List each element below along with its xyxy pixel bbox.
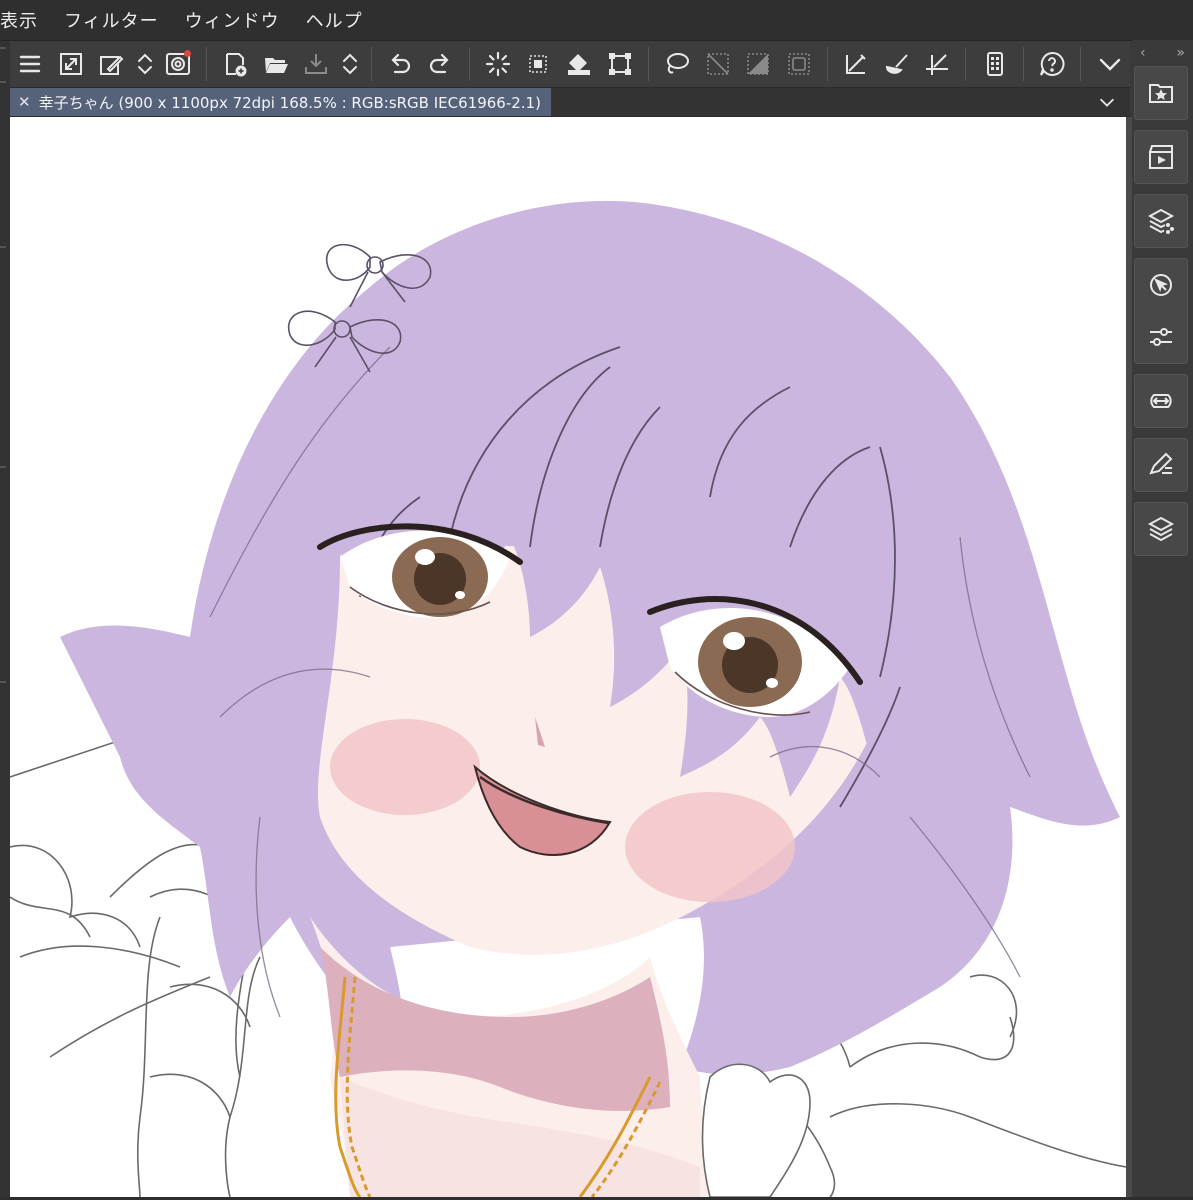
link-arrows-icon[interactable] — [1134, 374, 1188, 428]
illustration — [10, 200, 1126, 1197]
layer-property-icon[interactable] — [1134, 194, 1188, 248]
expand-panel-icon[interactable]: » — [1176, 45, 1185, 61]
left-panel-edge — [0, 41, 10, 1200]
undo-icon[interactable] — [383, 46, 418, 82]
close-tab-icon[interactable]: ✕ — [18, 93, 31, 111]
blush-left — [330, 719, 480, 815]
menu-filter[interactable]: フィルター — [64, 7, 159, 33]
eyedropper-icon[interactable] — [94, 46, 129, 82]
toolbar-divider — [1080, 47, 1082, 81]
collapse-panel-icon[interactable]: ‹ — [1140, 45, 1146, 61]
open-folder-icon[interactable] — [259, 46, 294, 82]
menu-help[interactable]: ヘルプ — [306, 7, 363, 33]
menu-view[interactable]: 表示 — [0, 7, 38, 33]
document-tab[interactable]: ✕ 幸子ちゃん (900 x 1100px 72dpi 168.5% : RGB… — [10, 88, 551, 116]
toolbar-divider — [1022, 47, 1024, 81]
blush-right — [625, 792, 795, 902]
right-panel: ‹ » — [1132, 40, 1193, 1200]
toolbar-divider — [826, 47, 828, 81]
selection-border-icon[interactable] — [781, 46, 816, 82]
drawing-canvas[interactable] — [10, 117, 1126, 1197]
tab-list-chevron-icon[interactable] — [1096, 91, 1118, 113]
lasso-icon[interactable] — [660, 46, 695, 82]
brush-icon[interactable] — [879, 46, 914, 82]
command-bar — [10, 41, 1130, 88]
star-material-icon[interactable] — [1134, 66, 1188, 120]
menu-window[interactable]: ウィンドウ — [185, 7, 280, 33]
new-canvas-icon[interactable] — [218, 46, 253, 82]
navigator-icon[interactable] — [1135, 259, 1187, 311]
document-tab-bar: ✕ 幸子ちゃん (900 x 1100px 72dpi 168.5% : RGB… — [10, 88, 1130, 117]
pen-ruler-icon[interactable] — [920, 46, 955, 82]
toolbar-divider — [468, 47, 470, 81]
toolbar-divider — [370, 47, 372, 81]
chevron-down-icon[interactable] — [1092, 46, 1127, 82]
clip-studio-logo-icon[interactable] — [161, 46, 196, 82]
loading-spinner-icon[interactable] — [481, 46, 516, 82]
transform-icon[interactable] — [602, 46, 637, 82]
document-tab-title: 幸子ちゃん (900 x 1100px 72dpi 168.5% : RGB:s… — [38, 93, 541, 112]
redo-icon[interactable] — [423, 46, 458, 82]
up-down-arrows-icon[interactable] — [339, 46, 361, 82]
help-icon[interactable] — [1035, 46, 1070, 82]
selection-dots-icon[interactable] — [521, 46, 556, 82]
companion-mode-icon[interactable] — [977, 46, 1012, 82]
sub-tool-detail-icon[interactable] — [1134, 438, 1188, 492]
toolbar-divider — [965, 47, 967, 81]
animation-icon[interactable] — [1134, 130, 1188, 184]
menu-icon[interactable] — [13, 46, 48, 82]
fill-bucket-icon[interactable] — [562, 46, 597, 82]
resize-icon[interactable] — [54, 46, 89, 82]
ruler-icon[interactable] — [839, 46, 874, 82]
toolbar-divider — [206, 47, 208, 81]
save-icon[interactable] — [299, 46, 334, 82]
layers-icon[interactable] — [1134, 502, 1188, 556]
toolbar-divider — [647, 47, 649, 81]
adjust-sliders-icon[interactable] — [1135, 311, 1187, 363]
menu-bar: 表示 フィルター ウィンドウ ヘルプ — [0, 0, 1193, 41]
deselect-icon[interactable] — [700, 46, 735, 82]
up-down-arrows-icon[interactable] — [134, 46, 156, 82]
navigator-group — [1134, 258, 1188, 364]
invert-selection-icon[interactable] — [741, 46, 776, 82]
